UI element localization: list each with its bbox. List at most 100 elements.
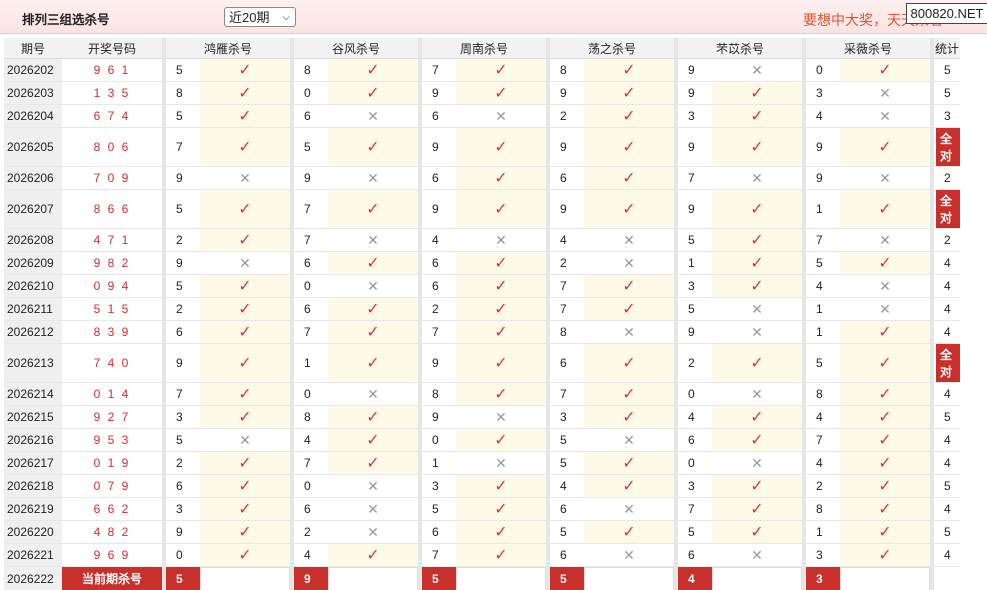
table-row: 2026209 9 8 2 9 ✕ 6 ✓ 6 ✓ 2 ✕ 1 ✓ 5 ✓ 4 [4, 252, 960, 275]
check-icon: ✓ [750, 85, 764, 102]
check-icon: ✓ [878, 478, 892, 495]
watermark: 800820.NET [906, 3, 987, 24]
stat-cell: 5 [930, 406, 960, 429]
draw-number-cell: 6 6 2 [62, 498, 162, 521]
result-cell: ✓ [328, 298, 418, 321]
kill-number-cell: 3 [674, 475, 712, 498]
result-cell: ✓ [584, 383, 674, 406]
stat-cell: 4 [930, 252, 960, 275]
issue-cell: 2026207 [4, 190, 62, 229]
result-cell: ✓ [328, 82, 418, 105]
result-cell: ✓ [200, 82, 290, 105]
check-icon: ✓ [878, 432, 892, 449]
result-cell: ✓ [456, 298, 546, 321]
issue-cell: 2026219 [4, 498, 62, 521]
result-cell: ✕ [328, 383, 418, 406]
result-cell: ✓ [200, 190, 290, 229]
result-cell: ✓ [712, 82, 802, 105]
kill-number-cell: 2 [418, 298, 456, 321]
col-expert-4: 荡之杀号 [546, 38, 674, 59]
result-cell: ✕ [328, 275, 418, 298]
check-icon: ✓ [494, 301, 508, 318]
draw-number-cell: 7 0 9 [62, 167, 162, 190]
kill-number-cell: 4 [546, 229, 584, 252]
kill-number-cell: 7 [418, 544, 456, 567]
kill-number-cell: 0 [290, 82, 328, 105]
kill-number-cell: 5 [162, 190, 200, 229]
kill-number-cell: 0 [802, 59, 840, 82]
kill-number-cell: 4 [674, 406, 712, 429]
check-icon: ✓ [494, 170, 508, 187]
draw-number-cell: 8 0 6 [62, 128, 162, 167]
cross-icon: ✕ [623, 323, 635, 340]
result-cell: ✓ [328, 252, 418, 275]
check-icon: ✓ [494, 62, 508, 79]
check-icon: ✓ [238, 324, 252, 341]
check-icon: ✓ [878, 355, 892, 372]
issue-cell: 2026205 [4, 128, 62, 167]
period-select[interactable]: 近20期 ⌵ [224, 7, 296, 27]
kill-number-cell: 9 [162, 344, 200, 383]
check-icon: ✓ [750, 108, 764, 125]
cross-icon: ✕ [239, 254, 251, 271]
check-icon: ✓ [366, 409, 380, 426]
issue-cell: 2026206 [4, 167, 62, 190]
kill-number-cell: 6 [546, 498, 584, 521]
kill-number-cell: 0 [674, 383, 712, 406]
check-icon: ✓ [750, 232, 764, 249]
current-issue-cell: 2026222 [4, 567, 62, 590]
cross-icon: ✕ [879, 231, 891, 248]
check-icon: ✓ [494, 386, 508, 403]
result-cell: ✓ [584, 105, 674, 128]
col-expert-5: 芣苡杀号 [674, 38, 802, 59]
result-cell: ✕ [712, 321, 802, 344]
kill-number-cell: 4 [546, 475, 584, 498]
kill-number-cell: 0 [290, 275, 328, 298]
kill-number-cell: 5 [290, 128, 328, 167]
table-row: 2026213 7 4 0 9 ✓ 1 ✓ 9 ✓ 6 ✓ 2 ✓ 5 ✓ 全对 [4, 344, 960, 383]
check-icon: ✓ [622, 301, 636, 318]
result-cell: ✓ [456, 321, 546, 344]
result-cell: ✓ [712, 105, 802, 128]
draw-number-cell: 1 3 5 [62, 82, 162, 105]
check-icon: ✓ [750, 409, 764, 426]
cross-icon: ✕ [367, 385, 379, 402]
draw-number-cell: 9 2 7 [62, 406, 162, 429]
stat-cell: 4 [930, 275, 960, 298]
table-row: 2026214 0 1 4 7 ✓ 0 ✕ 8 ✓ 7 ✓ 0 ✕ 8 ✓ 4 [4, 383, 960, 406]
issue-cell: 2026215 [4, 406, 62, 429]
check-icon: ✓ [238, 501, 252, 518]
kill-number-cell: 9 [674, 82, 712, 105]
result-cell: ✕ [840, 82, 930, 105]
stat-cell: 2 [930, 229, 960, 252]
check-icon: ✓ [238, 201, 252, 218]
stat-cell: 4 [930, 498, 960, 521]
check-icon: ✓ [238, 139, 252, 156]
kill-number-cell: 3 [162, 406, 200, 429]
current-kill-blank [840, 567, 930, 590]
result-cell: ✓ [200, 298, 290, 321]
result-cell: ✕ [712, 298, 802, 321]
stat-cell: 5 [930, 521, 960, 544]
stat-cell: 5 [930, 82, 960, 105]
result-cell: ✓ [456, 167, 546, 190]
result-cell: ✓ [840, 452, 930, 475]
kill-number-cell: 7 [674, 498, 712, 521]
issue-cell: 2026203 [4, 82, 62, 105]
result-cell: ✓ [840, 344, 930, 383]
current-kill-row: 2026222 当前期杀号 5 9 5 5 4 3 [4, 567, 960, 590]
result-cell: ✓ [584, 59, 674, 82]
kill-number-cell: 9 [418, 190, 456, 229]
result-cell: ✓ [200, 521, 290, 544]
result-cell: ✓ [200, 344, 290, 383]
kill-number-cell: 5 [802, 252, 840, 275]
check-icon: ✓ [366, 201, 380, 218]
result-cell: ✓ [200, 59, 290, 82]
table-row: 2026211 5 1 5 2 ✓ 6 ✓ 2 ✓ 7 ✓ 5 ✕ 1 ✕ 4 [4, 298, 960, 321]
cross-icon: ✕ [495, 107, 507, 124]
kill-number-cell: 7 [674, 167, 712, 190]
kill-number-cell: 2 [546, 252, 584, 275]
result-cell: ✓ [328, 321, 418, 344]
kill-number-cell: 1 [674, 252, 712, 275]
kill-number-cell: 0 [290, 475, 328, 498]
